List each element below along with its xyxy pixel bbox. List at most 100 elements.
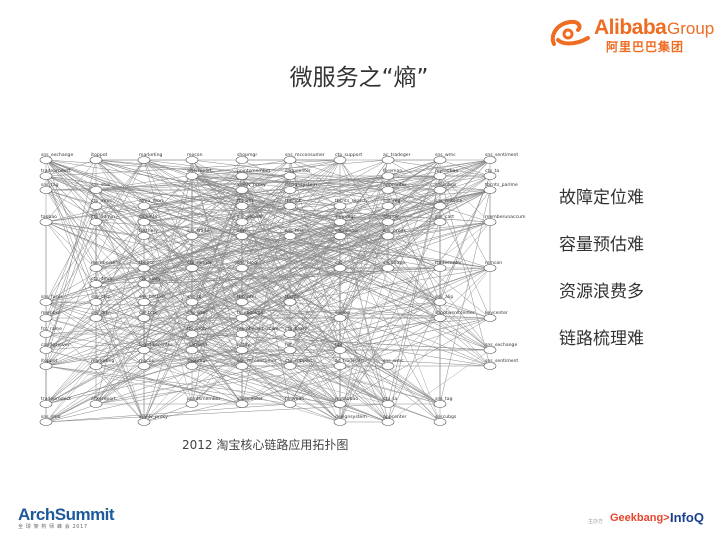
service-node: sns_shar (89, 182, 111, 194)
service-node: afterreport (89, 396, 116, 408)
alibaba-smile-icon (550, 19, 590, 46)
service-node: sns_wmc (381, 359, 404, 370)
service-node: sns_bsclass (137, 294, 166, 306)
service-node: mytaobao (433, 168, 458, 180)
service-node-label: pointsmember (187, 396, 221, 402)
service-node-label: membersubsrcam (237, 326, 279, 332)
service-node: configserver (39, 342, 70, 354)
service-node: tbcenter (235, 294, 257, 306)
service-node: memberunaccum (483, 214, 526, 226)
service-node-label: fbpoint (237, 198, 253, 204)
service-node-label: cat (335, 260, 342, 266)
service-node-label: sns_tag (435, 396, 453, 402)
service-node-label: shopcenter (285, 168, 311, 174)
service-node-label: stepdir (383, 214, 399, 220)
alibaba-group-logo: Alibaba Group 阿里巴巴集团 (548, 14, 714, 54)
service-node-label: sns_drp (91, 310, 109, 316)
service-node: sns_sentiment (483, 152, 518, 164)
service-node-label: sns_cart (435, 214, 454, 220)
service-node: tbcnts (283, 294, 300, 306)
service-node-label: sns_alip (435, 294, 453, 300)
service-node-label: memberslink (91, 260, 121, 266)
service-node: tbcnts_parlme (483, 182, 518, 194)
service-node-label: notify (237, 342, 250, 348)
service-node-label: snsnunner (335, 228, 359, 234)
service-node: shopmgr (185, 358, 207, 370)
diagram-caption: 2012 淘宝核心链路应用拓扑图 (182, 438, 349, 452)
service-node-label: ac_tradeger (335, 358, 363, 364)
service-node: ctp_nowy (137, 276, 161, 288)
service-node: alma_mon (137, 198, 163, 210)
service-node-label: tc_ebookgor (237, 310, 265, 316)
slide-title: 微服务之“熵” (289, 65, 429, 91)
dependency-edge (45, 403, 291, 423)
service-node: tair (333, 342, 347, 354)
service-node-label: sns_sentiment (485, 358, 518, 364)
archsummit-wordmark: ArchSummit (18, 505, 115, 524)
service-node-label: sns_trade (187, 228, 209, 234)
service-node-label: tbcnts (285, 294, 300, 300)
service-node-label: shopmgr (237, 152, 257, 158)
service-node: itoppot (89, 152, 108, 164)
service-node-label: afterreport (187, 168, 212, 174)
service-node: sns_sentiment (483, 358, 518, 370)
service-node-label: shoptwsnitcenter (435, 310, 475, 316)
service-node: sns_wmc (433, 153, 456, 164)
service-node: sns_blog (235, 260, 257, 272)
service-node-label: sns_tag (41, 182, 59, 188)
problem-item-resource-waste: 资源浪费多 (559, 282, 644, 302)
service-node-label: diamond (187, 342, 207, 348)
service-node-label: sns_test (285, 228, 304, 234)
service-node-label: sns_sentiment (485, 152, 518, 158)
service-node-label: ctp_brost (285, 326, 306, 332)
service-node-label: sns_shar (91, 182, 111, 188)
service-node-label: member (41, 310, 61, 316)
service-node: tbcppoly (185, 326, 207, 338)
dependency-edge (439, 175, 491, 303)
service-node-label: tradecenter (435, 260, 462, 266)
service-node: hsf (283, 342, 297, 354)
service-node-label: shopmgr (187, 358, 207, 364)
service-node-label: configserver (41, 342, 70, 348)
service-node: sns_tag (433, 396, 453, 408)
service-node-label: tbcenter (237, 294, 257, 300)
problem-list: 故障定位难 容量预估难 资源浪费多 链路梳理难 (559, 186, 644, 374)
sponsor-caption: 主办方 (588, 519, 604, 525)
service-node-label: ctp_ranger (187, 260, 212, 266)
service-node-label: sns_shar (41, 414, 61, 420)
service-node-label: foreman (383, 168, 402, 174)
service-node: xianlv_proxy (137, 414, 168, 426)
service-node-label: ctp_support (285, 358, 312, 364)
service-node-label: ctp_support (335, 152, 362, 158)
geekbang-logo: Geekbang>. (610, 512, 673, 524)
service-node-label: xianlv_proxy (139, 414, 168, 420)
service-node: appcenter (381, 414, 407, 426)
service-node-label: ctp_dmm (91, 276, 113, 282)
service-node-label: sns_bsclass (139, 294, 166, 300)
service-node-label: memberunaccum (485, 214, 526, 220)
service-node-label: sns_mg (383, 199, 400, 204)
service-node: sns_ctsp (89, 294, 111, 306)
service-node-label: ctp_ta (485, 168, 499, 174)
topology-diagram: sns_exchange itoppot marketing mocon shopmgr… (39, 152, 526, 426)
service-node: ctp_support (333, 152, 362, 164)
service-node: ctp_ta (381, 396, 397, 408)
alibaba-cn-name: 阿里巴巴集团 (606, 40, 685, 54)
service-node-label: mocon (139, 359, 155, 364)
service-node-label: tbcppoly (187, 326, 207, 332)
service-node: tbopsc (137, 260, 155, 272)
service-node-label: designsystem (335, 414, 367, 420)
service-node: mmcon (483, 261, 502, 272)
service-node: designsystem (333, 414, 367, 426)
service-node: shopcenter (235, 396, 263, 408)
service-node-label: sns_exchange (485, 342, 517, 348)
service-node-label: logisticscenter (139, 342, 173, 348)
service-node-label: tbsclot (285, 198, 301, 204)
service-node-label: pointsmember (237, 168, 271, 174)
service-node: fcc_rame (39, 326, 62, 338)
service-node-label: tbopsc (139, 260, 155, 266)
service-node: sns_fuser (39, 294, 63, 306)
service-node-label: ctp_nowy (139, 276, 161, 282)
service-node-label: sns_wmc (383, 359, 404, 364)
service-node-label: ctp_admin (91, 214, 115, 220)
